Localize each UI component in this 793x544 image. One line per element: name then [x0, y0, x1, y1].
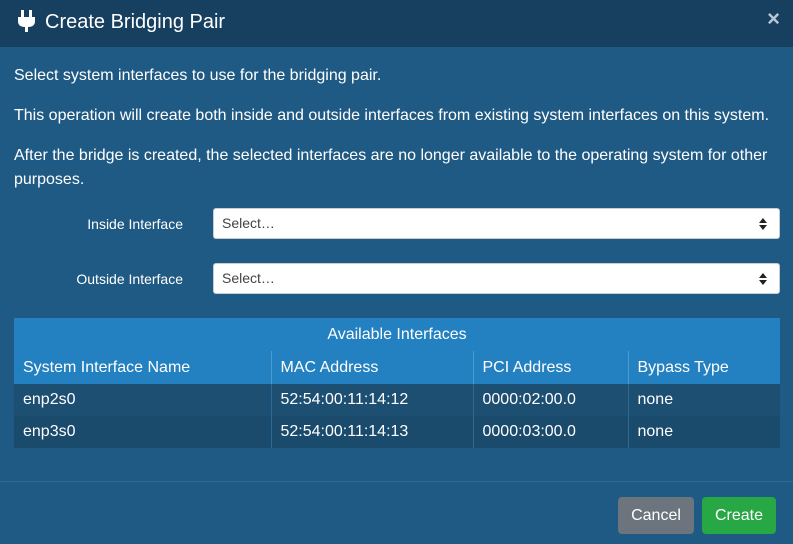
available-interfaces-table: Available Interfaces System Interface Na… — [14, 318, 780, 448]
inside-interface-label: Inside Interface — [87, 216, 183, 232]
plug-icon — [18, 10, 35, 32]
cell-pci-address: 0000:02:00.0 — [472, 384, 628, 416]
dialog-header: Create Bridging Pair × — [0, 0, 793, 47]
inside-interface-select[interactable]: Select… — [213, 208, 780, 239]
inside-interface-value: Select… — [222, 215, 275, 231]
outside-interface-label: Outside Interface — [76, 271, 183, 287]
cell-pci-address: 0000:03:00.0 — [472, 416, 628, 448]
cell-bypass-type: none — [627, 384, 780, 416]
outside-interface-value: Select… — [222, 270, 275, 286]
column-header-bypass: Bypass Type — [627, 351, 780, 384]
table-header-row: System Interface Name MAC Address PCI Ad… — [14, 351, 780, 384]
operation-description: This operation will create both inside a… — [14, 107, 770, 124]
table-caption: Available Interfaces — [14, 318, 780, 351]
availability-note: After the bridge is created, the selecte… — [14, 147, 768, 188]
create-button[interactable]: Create — [702, 497, 776, 534]
cell-bypass-type: none — [627, 416, 780, 448]
select-arrows-icon — [759, 273, 767, 285]
dialog-title: Create Bridging Pair — [45, 11, 226, 33]
cell-mac-address: 52:54:00:11:14:12 — [270, 384, 473, 416]
cell-interface-name: enp3s0 — [23, 423, 76, 440]
instruction-text: Select system interfaces to use for the … — [14, 67, 382, 84]
cancel-button[interactable]: Cancel — [618, 497, 694, 534]
column-header-mac: MAC Address — [270, 351, 473, 384]
table-row[interactable]: enp3s0 52:54:00:11:14:13 0000:03:00.0 no… — [14, 416, 780, 448]
cell-interface-name: enp2s0 — [23, 391, 76, 408]
footer-divider — [0, 481, 793, 482]
cell-mac-address: 52:54:00:11:14:13 — [270, 416, 473, 448]
select-arrows-icon — [759, 218, 767, 230]
column-header-pci: PCI Address — [472, 351, 628, 384]
close-icon[interactable]: × — [767, 8, 780, 30]
table-row[interactable]: enp2s0 52:54:00:11:14:12 0000:02:00.0 no… — [14, 384, 780, 416]
outside-interface-select[interactable]: Select… — [213, 263, 780, 294]
column-header-name: System Interface Name — [23, 358, 191, 376]
